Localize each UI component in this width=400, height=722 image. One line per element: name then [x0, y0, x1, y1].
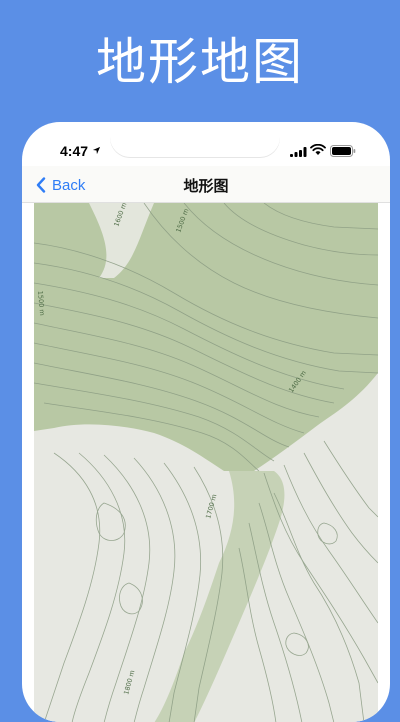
phone-frame: 4:47 Back 地形图 1600 m 1500 m 1500 m 1400 … [22, 122, 390, 722]
location-arrow-icon [92, 146, 101, 155]
navigation-bar: Back 地形图 [22, 166, 390, 203]
wifi-icon [310, 144, 326, 155]
cellular-signal-icon [290, 147, 307, 157]
headline: 地形地图 [96, 33, 304, 91]
topographic-map[interactable]: 1600 m 1500 m 1500 m 1400 m 1700 m 1800 … [34, 203, 378, 722]
battery-icon [330, 145, 356, 157]
status-time: 4:47 [60, 143, 89, 159]
map-canvas: 1600 m 1500 m 1500 m 1400 m 1700 m 1800 … [34, 203, 378, 722]
device-notch [110, 122, 280, 158]
nav-title: 地形图 [183, 177, 229, 195]
